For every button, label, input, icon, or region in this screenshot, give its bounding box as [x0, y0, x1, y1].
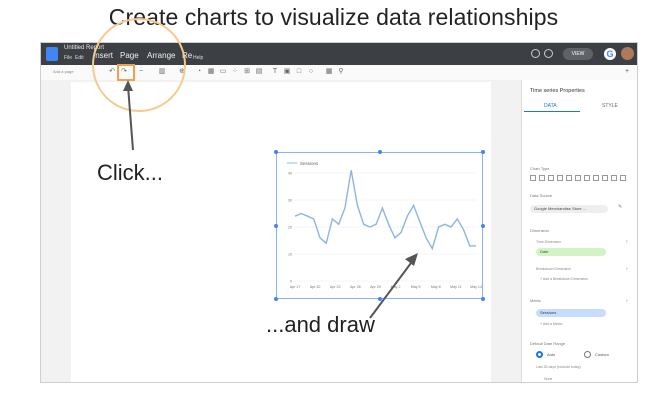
draw-callout: ...and draw: [266, 312, 375, 337]
click-arrow: [127, 85, 134, 151]
draw-arrowhead: [405, 253, 418, 266]
arrow-overlay: [123, 80, 418, 319]
click-callout: Click...: [97, 160, 163, 185]
draw-arrow: [369, 258, 415, 319]
click-arrowhead: [123, 80, 133, 91]
